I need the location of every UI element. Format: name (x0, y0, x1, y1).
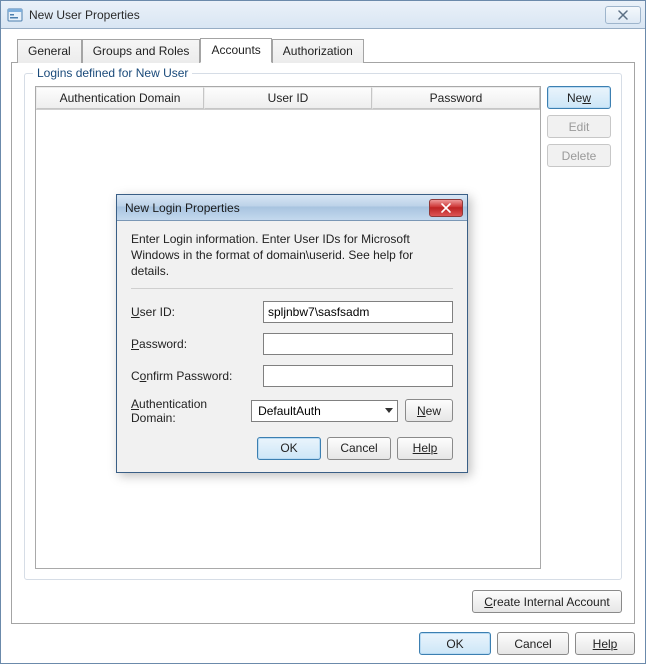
col-user-id[interactable]: User ID (204, 87, 372, 109)
new-login-button[interactable]: New (547, 86, 611, 109)
help-button[interactable]: Help (575, 632, 635, 655)
tab-groups-roles[interactable]: Groups and Roles (82, 39, 201, 63)
label-user-id: User ID: (131, 305, 263, 319)
modal-instruction: Enter Login information. Enter User IDs … (131, 231, 453, 280)
label-password: Password: (131, 337, 263, 351)
label-confirm-password: Confirm Password: (131, 369, 263, 383)
modal-footer: OK Cancel Help (131, 437, 453, 460)
password-field[interactable] (263, 333, 453, 355)
modal-ok-button[interactable]: OK (257, 437, 321, 460)
auth-domain-value: DefaultAuth (258, 404, 321, 418)
dialog-footer: OK Cancel Help (11, 624, 635, 655)
col-password[interactable]: Password (372, 87, 540, 109)
side-button-column: New Edit Delete (547, 86, 611, 569)
bottom-row: Create Internal Account (24, 590, 622, 613)
window-close-button[interactable] (605, 6, 641, 24)
user-id-field[interactable] (263, 301, 453, 323)
chevron-down-icon (385, 408, 393, 413)
tab-authorization[interactable]: Authorization (272, 39, 364, 63)
col-auth-domain[interactable]: Authentication Domain (36, 87, 204, 109)
new-user-properties-window: New User Properties General Groups and R… (0, 0, 646, 664)
ok-button[interactable]: OK (419, 632, 491, 655)
tab-accounts[interactable]: Accounts (200, 38, 271, 63)
row-auth-domain: Authentication Domain: DefaultAuth New (131, 397, 453, 425)
label-auth-domain: Authentication Domain: (131, 397, 251, 425)
create-internal-account-button[interactable]: Create Internal Account (472, 590, 622, 613)
divider (131, 288, 453, 289)
modal-cancel-button[interactable]: Cancel (327, 437, 391, 460)
modal-title: New Login Properties (125, 201, 429, 215)
groupbox-legend: Logins defined for New User (33, 66, 192, 80)
row-confirm-password: Confirm Password: (131, 365, 453, 387)
new-login-properties-dialog: New Login Properties Enter Login informa… (116, 194, 468, 473)
delete-login-button: Delete (547, 144, 611, 167)
modal-titlebar: New Login Properties (117, 195, 467, 221)
tabstrip: General Groups and Roles Accounts Author… (17, 37, 635, 62)
modal-close-button[interactable] (429, 199, 463, 217)
tab-general[interactable]: General (17, 39, 82, 63)
row-password: Password: (131, 333, 453, 355)
modal-body: Enter Login information. Enter User IDs … (117, 221, 467, 472)
new-auth-domain-button[interactable]: New (405, 399, 453, 422)
auth-domain-select[interactable]: DefaultAuth (251, 400, 398, 422)
row-user-id: User ID: (131, 301, 453, 323)
app-icon (7, 7, 23, 23)
cancel-button[interactable]: Cancel (497, 632, 569, 655)
window-title: New User Properties (29, 8, 605, 22)
confirm-password-field[interactable] (263, 365, 453, 387)
titlebar: New User Properties (1, 1, 645, 29)
modal-help-button[interactable]: Help (397, 437, 453, 460)
close-icon (617, 10, 629, 20)
table-header: Authentication Domain User ID Password (36, 87, 540, 110)
edit-login-button: Edit (547, 115, 611, 138)
close-icon (440, 203, 452, 213)
